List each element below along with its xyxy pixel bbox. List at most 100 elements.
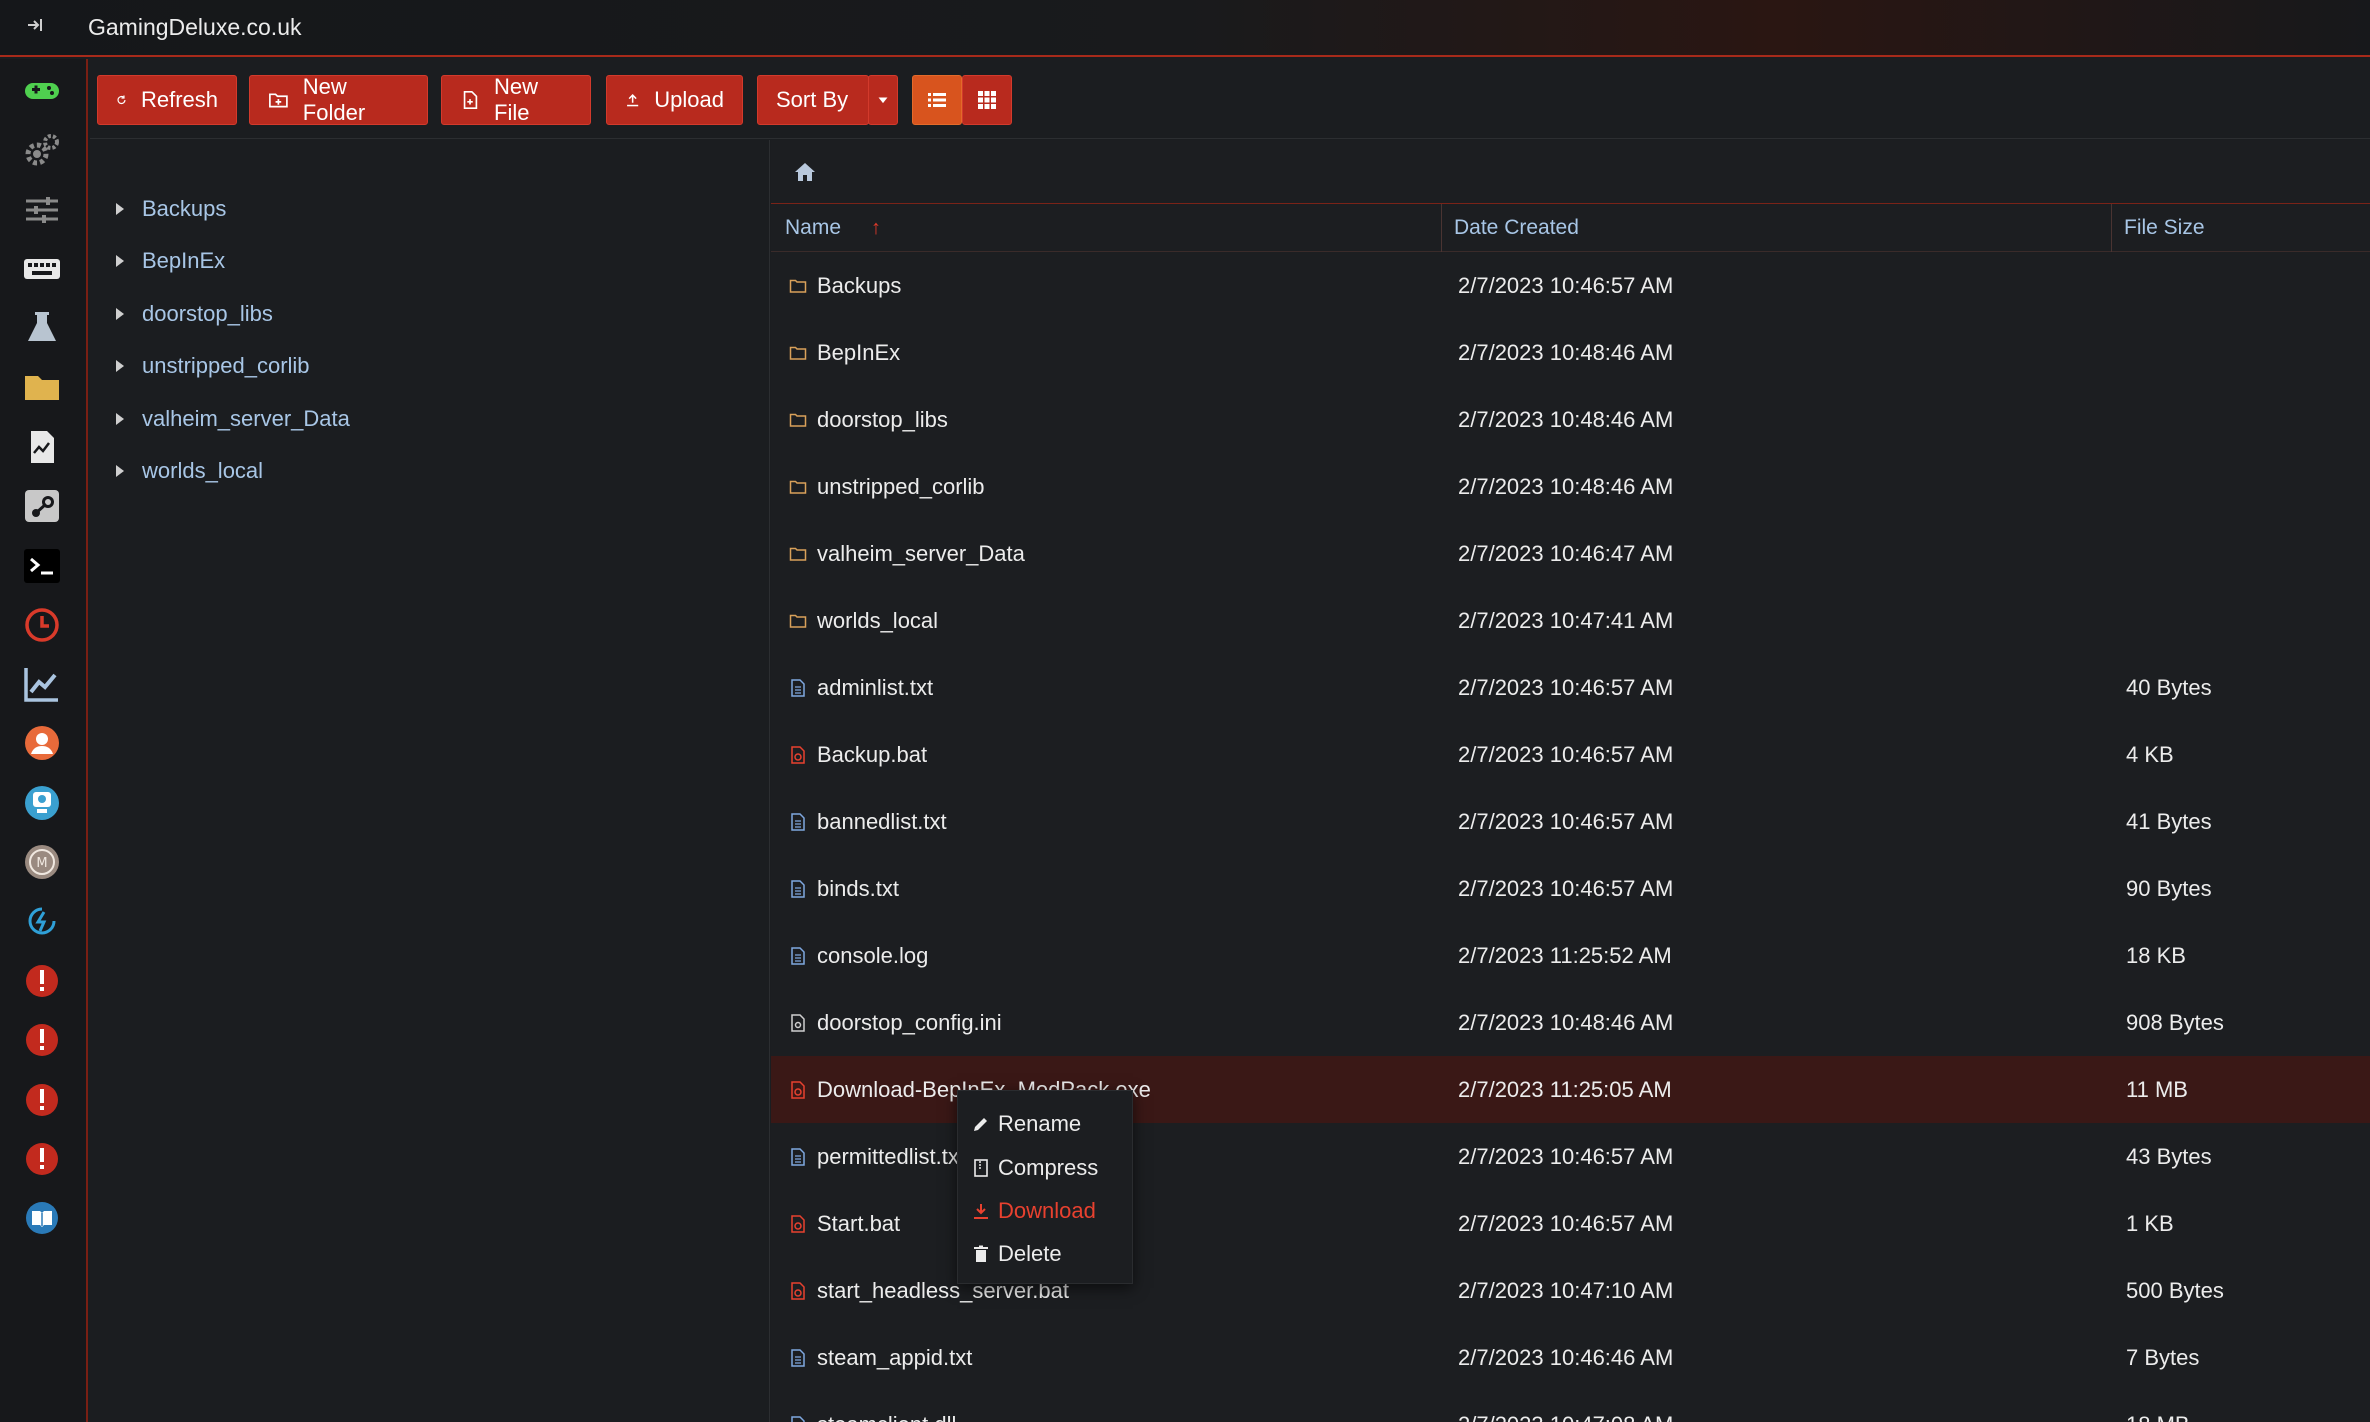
cell-name[interactable]: doorstop_libs — [789, 386, 948, 453]
context-delete-label: Delete — [998, 1241, 1062, 1266]
table-row[interactable]: doorstop_libs 2/7/2023 10:48:46 AM — [771, 386, 2370, 453]
svg-text:M: M — [36, 856, 47, 871]
caret-right-icon[interactable] — [116, 413, 124, 425]
table-row[interactable]: doorstop_config.ini 2/7/2023 10:48:46 AM 9… — [771, 989, 2370, 1056]
cell-name[interactable]: worlds_local — [789, 587, 938, 654]
cell-name[interactable]: BepInEx — [789, 319, 900, 386]
file-name: bannedlist.txt — [817, 808, 947, 834]
column-header-date[interactable]: Date Created — [1441, 204, 2111, 252]
plugin-icon[interactable] — [20, 899, 64, 943]
sort-by-button[interactable]: Sort By — [757, 75, 869, 125]
context-rename[interactable]: Rename — [972, 1106, 1081, 1142]
clock-icon[interactable] — [20, 603, 64, 647]
context-compress[interactable]: Compress — [972, 1150, 1098, 1186]
table-row[interactable]: unstripped_corlib 2/7/2023 10:48:46 AM — [771, 453, 2370, 520]
home-icon[interactable] — [793, 160, 817, 184]
cell-name[interactable]: bannedlist.txt — [789, 788, 947, 855]
tree-item-doorstop-libs[interactable]: doorstop_libs — [116, 296, 273, 332]
table-row[interactable]: console.log 2/7/2023 11:25:52 AM 18 KB — [771, 922, 2370, 989]
cell-name[interactable]: unstripped_corlib — [789, 453, 985, 520]
table-row[interactable]: Backups 2/7/2023 10:46:57 AM — [771, 252, 2370, 319]
cell-date: 2/7/2023 10:46:57 AM — [1458, 808, 1674, 834]
context-delete[interactable]: Delete — [972, 1236, 1062, 1272]
tree-item-worlds-local[interactable]: worlds_local — [116, 453, 263, 489]
docs-book-icon[interactable] — [20, 1196, 64, 1240]
folder-icon — [789, 614, 807, 628]
cell-date: 2/7/2023 10:47:08 AM — [1458, 1391, 1673, 1422]
cell-name[interactable]: permittedlist.txt — [789, 1123, 965, 1190]
mod-manager-icon[interactable]: M — [20, 840, 64, 884]
cell-name[interactable]: Backup.bat — [789, 721, 927, 788]
table-row[interactable]: worlds_local 2/7/2023 10:47:41 AM — [771, 587, 2370, 654]
tree-item-label: doorstop_libs — [142, 301, 273, 326]
backup-user-icon[interactable] — [20, 781, 64, 825]
table-row[interactable]: steamclient.dll 2/7/2023 10:47:08 AM 18 MB — [771, 1391, 2370, 1422]
tree-item-valheim-server-data[interactable]: valheim_server_Data — [116, 401, 350, 437]
flask-icon[interactable] — [20, 306, 64, 350]
alert-icon-3[interactable] — [20, 1078, 64, 1122]
cell-size: 18 MB — [2126, 1391, 2190, 1422]
sort-by-dropdown[interactable] — [868, 75, 898, 125]
pin-icon[interactable] — [24, 14, 46, 36]
tree-item-bepinex[interactable]: BepInEx — [116, 243, 225, 279]
cell-name[interactable]: Start.bat — [789, 1190, 900, 1257]
file-plus-icon — [463, 90, 478, 110]
alert-icon-2[interactable] — [20, 1018, 64, 1062]
table-row[interactable]: bannedlist.txt 2/7/2023 10:46:57 AM 41 Byt… — [771, 788, 2370, 855]
tree-item-label: unstripped_corlib — [142, 353, 310, 378]
folder-icon — [789, 413, 807, 427]
file-chart-icon[interactable] — [20, 425, 64, 469]
cell-name[interactable]: steamclient.dll — [789, 1391, 956, 1422]
new-folder-button[interactable]: New Folder — [249, 74, 428, 125]
caret-down-icon — [878, 97, 888, 104]
gamepad-icon[interactable] — [20, 69, 64, 113]
user-support-icon[interactable] — [20, 721, 64, 765]
alert-icon-4[interactable] — [20, 1137, 64, 1181]
file-exec-icon — [791, 745, 805, 764]
context-download[interactable]: Download — [972, 1193, 1096, 1229]
cell-name[interactable]: adminlist.txt — [789, 654, 933, 721]
gears-icon[interactable] — [20, 128, 64, 172]
caret-right-icon[interactable] — [116, 255, 124, 267]
alert-icon-1[interactable] — [20, 959, 64, 1003]
new-file-button[interactable]: New File — [441, 74, 591, 125]
cell-name[interactable]: console.log — [789, 922, 928, 989]
context-rename-label: Rename — [998, 1111, 1082, 1136]
caret-right-icon[interactable] — [116, 360, 124, 372]
list-view-button[interactable] — [912, 75, 962, 125]
cell-name[interactable]: steam_appid.txt — [789, 1324, 972, 1391]
cell-name[interactable]: binds.txt — [789, 855, 899, 922]
context-compress-label: Compress — [998, 1155, 1099, 1180]
folder-icon — [789, 346, 807, 360]
keyboard-icon[interactable] — [20, 247, 64, 291]
file-exec-icon — [791, 1080, 805, 1099]
cell-name[interactable]: doorstop_config.ini — [789, 989, 1002, 1056]
sliders-icon[interactable] — [20, 188, 64, 232]
cell-size: 7 Bytes — [2126, 1344, 2200, 1370]
table-row[interactable]: binds.txt 2/7/2023 10:46:57 AM 90 Bytes — [771, 855, 2370, 922]
table-row[interactable]: BepInEx 2/7/2023 10:48:46 AM — [771, 319, 2370, 386]
cell-name[interactable]: Backups — [789, 252, 901, 319]
tree-item-backups[interactable]: Backups — [116, 191, 226, 227]
chart-line-icon[interactable] — [20, 662, 64, 706]
grid-view-button[interactable] — [962, 75, 1012, 125]
cell-date: 2/7/2023 11:25:05 AM — [1458, 1076, 1672, 1102]
tree-item-unstripped-corlib[interactable]: unstripped_corlib — [116, 348, 310, 384]
folder-icon[interactable] — [20, 365, 64, 409]
table-row[interactable]: valheim_server_Data 2/7/2023 10:46:47 AM — [771, 520, 2370, 587]
table-row[interactable]: adminlist.txt 2/7/2023 10:46:57 AM 40 Byte… — [771, 654, 2370, 721]
refresh-button[interactable]: Refresh — [97, 75, 237, 125]
steam-icon[interactable] — [20, 484, 64, 528]
cell-date: 2/7/2023 10:46:57 AM — [1458, 1143, 1674, 1169]
caret-right-icon[interactable] — [116, 203, 124, 215]
table-row[interactable]: Backup.bat 2/7/2023 10:46:57 AM 4 KB — [771, 721, 2370, 788]
caret-right-icon[interactable] — [116, 308, 124, 320]
cell-name[interactable]: valheim_server_Data — [789, 520, 1025, 587]
table-row[interactable]: steam_appid.txt 2/7/2023 10:46:46 AM 7 Byt… — [771, 1324, 2370, 1391]
caret-right-icon[interactable] — [116, 465, 124, 477]
column-header-size[interactable]: File Size — [2111, 204, 2370, 252]
terminal-icon[interactable] — [20, 544, 64, 588]
upload-button[interactable]: Upload — [606, 75, 743, 125]
list-icon — [928, 93, 946, 107]
column-header-name[interactable]: Name ↑ — [785, 204, 1445, 252]
